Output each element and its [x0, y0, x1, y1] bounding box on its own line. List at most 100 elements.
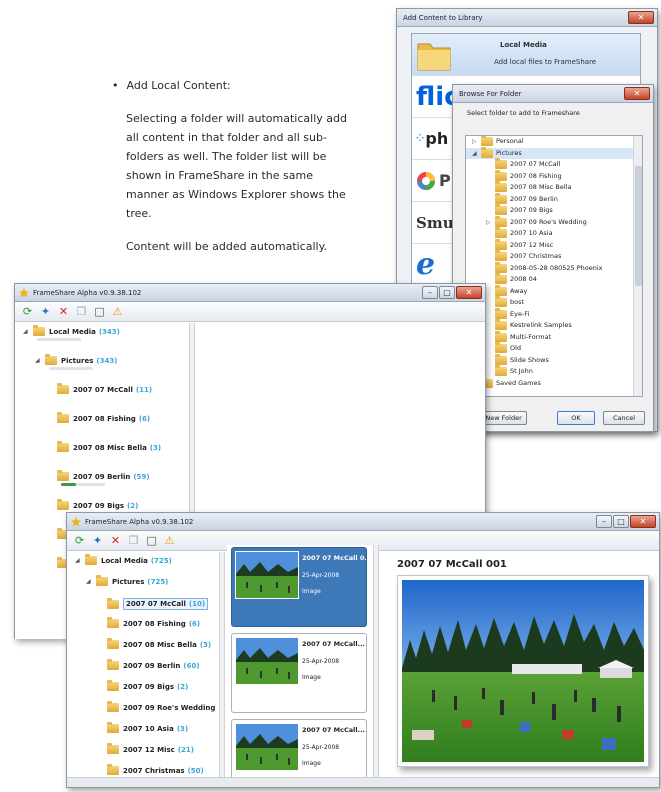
- progress-bar: [37, 338, 81, 341]
- tree-item[interactable]: 2007 08 Misc Bella (3): [47, 441, 161, 452]
- folder-tree-item[interactable]: Slide Shows: [466, 353, 642, 367]
- expander-icon[interactable]: ◢: [23, 328, 29, 335]
- folder-tree-item[interactable]: 2008 04: [466, 273, 642, 286]
- tree-scrollbar[interactable]: [633, 136, 642, 396]
- window-icon[interactable]: □: [145, 534, 158, 547]
- folder-label: 2007 09 Bigs: [510, 206, 553, 214]
- delete-icon[interactable]: ✕: [57, 305, 70, 318]
- add-content-icon[interactable]: ✦: [91, 534, 104, 547]
- tree-item[interactable]: ◢ Local Media (725): [75, 554, 172, 565]
- tree-item-label: Local Media: [101, 556, 148, 565]
- folder-tree-item[interactable]: Away: [466, 284, 642, 298]
- expander-icon[interactable]: ◢: [86, 578, 92, 585]
- folder-tree-item[interactable]: 2007 Christmas: [466, 250, 642, 263]
- tree-item[interactable]: 2007 09 Berlin (60): [97, 659, 200, 670]
- item-count: (60): [183, 661, 200, 670]
- folder-tree-item[interactable]: 2007 09 Berlin: [466, 192, 642, 206]
- frameshare-window-2: FrameShare Alpha v0.9.38.102 – □ ✕ ⟳ ✦ ✕…: [66, 512, 660, 788]
- scroll-thumb[interactable]: [635, 166, 642, 286]
- expander-icon[interactable]: ▷: [486, 217, 492, 229]
- folder-tree-item[interactable]: 2008-05-28 080525 Phoenix: [466, 261, 642, 275]
- folder-label: 2008 04: [510, 275, 537, 283]
- minimize-button[interactable]: –: [422, 286, 438, 299]
- thumbnail-type: Image: [302, 760, 321, 767]
- delete-icon[interactable]: ✕: [109, 534, 122, 547]
- folder-label: Eye-Fi: [510, 309, 530, 318]
- folder-tree-item[interactable]: Kestrelink Samples: [466, 319, 642, 332]
- folder-tree-item[interactable]: St John: [466, 365, 642, 378]
- folder-tree-item[interactable]: Saved Games: [466, 376, 642, 390]
- add-content-icon[interactable]: ✦: [39, 305, 52, 318]
- thumbnail-date: 25-Apr-2008: [302, 572, 340, 579]
- close-button[interactable]: ✕: [630, 515, 656, 528]
- pane-splitter[interactable]: [219, 552, 225, 778]
- expander-icon[interactable]: ◢: [75, 557, 81, 564]
- folder-icon: [96, 575, 108, 586]
- refresh-icon[interactable]: ⟳: [73, 534, 86, 547]
- tree-item[interactable]: 2007 09 Roe's Wedding(22): [97, 701, 219, 712]
- copy-icon[interactable]: ❐: [127, 534, 140, 547]
- status-bar: [67, 777, 659, 787]
- tree-item[interactable]: 2007 08 Fishing (6): [47, 412, 150, 423]
- tree-item[interactable]: 2007 07 McCall (11): [47, 383, 152, 394]
- close-button[interactable]: ✕: [456, 286, 482, 299]
- thumbnail-card[interactable]: 2007 07 McCall... 25-Apr-2008 Image: [231, 633, 367, 713]
- folder-icon: [107, 680, 119, 691]
- pane-splitter[interactable]: [373, 545, 379, 778]
- thumbnail-card[interactable]: 2007 07 McCall 0... 25-Apr-2008 Image: [231, 547, 367, 627]
- folder-tree-item[interactable]: bost: [466, 296, 642, 309]
- tree-item[interactable]: 2007 08 Fishing (6): [97, 617, 200, 628]
- folder-tree-item[interactable]: 2007 12 Misc: [466, 238, 642, 252]
- tree-item-label: 2007 09 Berlin: [73, 472, 131, 481]
- expander-icon[interactable]: ◢: [472, 148, 478, 160]
- tree-item[interactable]: ◢ Pictures (725): [86, 575, 168, 586]
- folder-tree-item[interactable]: 2007 08 Fishing: [466, 169, 642, 183]
- folder-tree-item[interactable]: ▷ Personal: [466, 136, 642, 148]
- tree-item[interactable]: 2007 09 Bigs (2): [97, 680, 188, 691]
- tree-item[interactable]: 2007 12 Misc (21): [97, 743, 194, 754]
- folder-tree-item[interactable]: ▷ 2007 09 Roe's Wedding: [466, 215, 642, 229]
- refresh-icon[interactable]: ⟳: [21, 305, 34, 318]
- folder-tree-item[interactable]: 2007 08 Misc Bella: [466, 181, 642, 194]
- folder-icon: [107, 722, 119, 733]
- maximize-button[interactable]: □: [439, 286, 455, 299]
- frameshare-titlebar: FrameShare Alpha v0.9.38.102 – □ ✕: [67, 513, 659, 531]
- close-button[interactable]: ✕: [628, 11, 654, 24]
- window-icon[interactable]: □: [93, 305, 106, 318]
- folder-tree[interactable]: ▷ Personal ◢ Pictures 2007 07 McCall 2007 08 …: [465, 135, 643, 397]
- folder-tree-item[interactable]: ◢ Pictures: [466, 146, 642, 160]
- tree-item[interactable]: 2007 Christmas (50): [97, 764, 204, 775]
- tree-item[interactable]: 2007 09 Berlin (59): [47, 470, 150, 481]
- tree-item[interactable]: ◢ Pictures (343): [35, 354, 117, 365]
- folder-tree-item[interactable]: Eye-Fi: [466, 307, 642, 321]
- minimize-button[interactable]: –: [596, 515, 612, 528]
- maximize-button[interactable]: □: [613, 515, 629, 528]
- folder-tree-item[interactable]: Old: [466, 342, 642, 355]
- cancel-button[interactable]: Cancel: [603, 411, 645, 425]
- folder-tree-item[interactable]: 2007 10 Asia: [466, 227, 642, 240]
- library-tree[interactable]: ◢ Local Media (725) ◢ Pictures (725) 2007 07 M…: [67, 552, 219, 778]
- thumbnail-list[interactable]: 2007 07 McCall 0... 25-Apr-2008 Image 2007 …: [227, 545, 373, 778]
- expander-icon[interactable]: ◢: [35, 357, 41, 364]
- folder-tree-item[interactable]: 2007 07 McCall: [466, 158, 642, 171]
- thumbnail-card[interactable]: 2007 07 McCall... 25-Apr-2008 Image: [231, 719, 367, 778]
- tree-item[interactable]: ◢ Local Media (343): [23, 325, 120, 336]
- tree-item[interactable]: 2007 08 Misc Bella (3): [97, 638, 211, 649]
- copy-icon[interactable]: ❐: [75, 305, 88, 318]
- tree-item[interactable]: 2007 09 Bigs (2): [47, 499, 138, 510]
- folder-tree-item[interactable]: Multi-Format: [466, 330, 642, 344]
- warning-icon[interactable]: ⚠: [111, 305, 124, 318]
- ok-button[interactable]: OK: [557, 411, 595, 425]
- tree-item-label: 2007 12 Misc: [123, 745, 175, 754]
- bullet-dot: •: [112, 79, 119, 92]
- tree-item[interactable]: 2007 10 Asia(3): [97, 722, 188, 733]
- warning-icon[interactable]: ⚠: [163, 534, 176, 547]
- thumbnail-title: 2007 07 McCall...: [302, 640, 366, 648]
- source-local-media[interactable]: Local Media Add local files to FrameShar…: [412, 34, 640, 76]
- tree-item[interactable]: 2007 07 McCall (10): [97, 597, 209, 610]
- progress-bar: [49, 367, 93, 370]
- expander-icon[interactable]: ▷: [472, 136, 478, 148]
- folder-tree-item[interactable]: 2007 09 Bigs: [466, 204, 642, 217]
- close-button[interactable]: ✕: [624, 87, 650, 100]
- folder-label: Kestrelink Samples: [510, 321, 572, 329]
